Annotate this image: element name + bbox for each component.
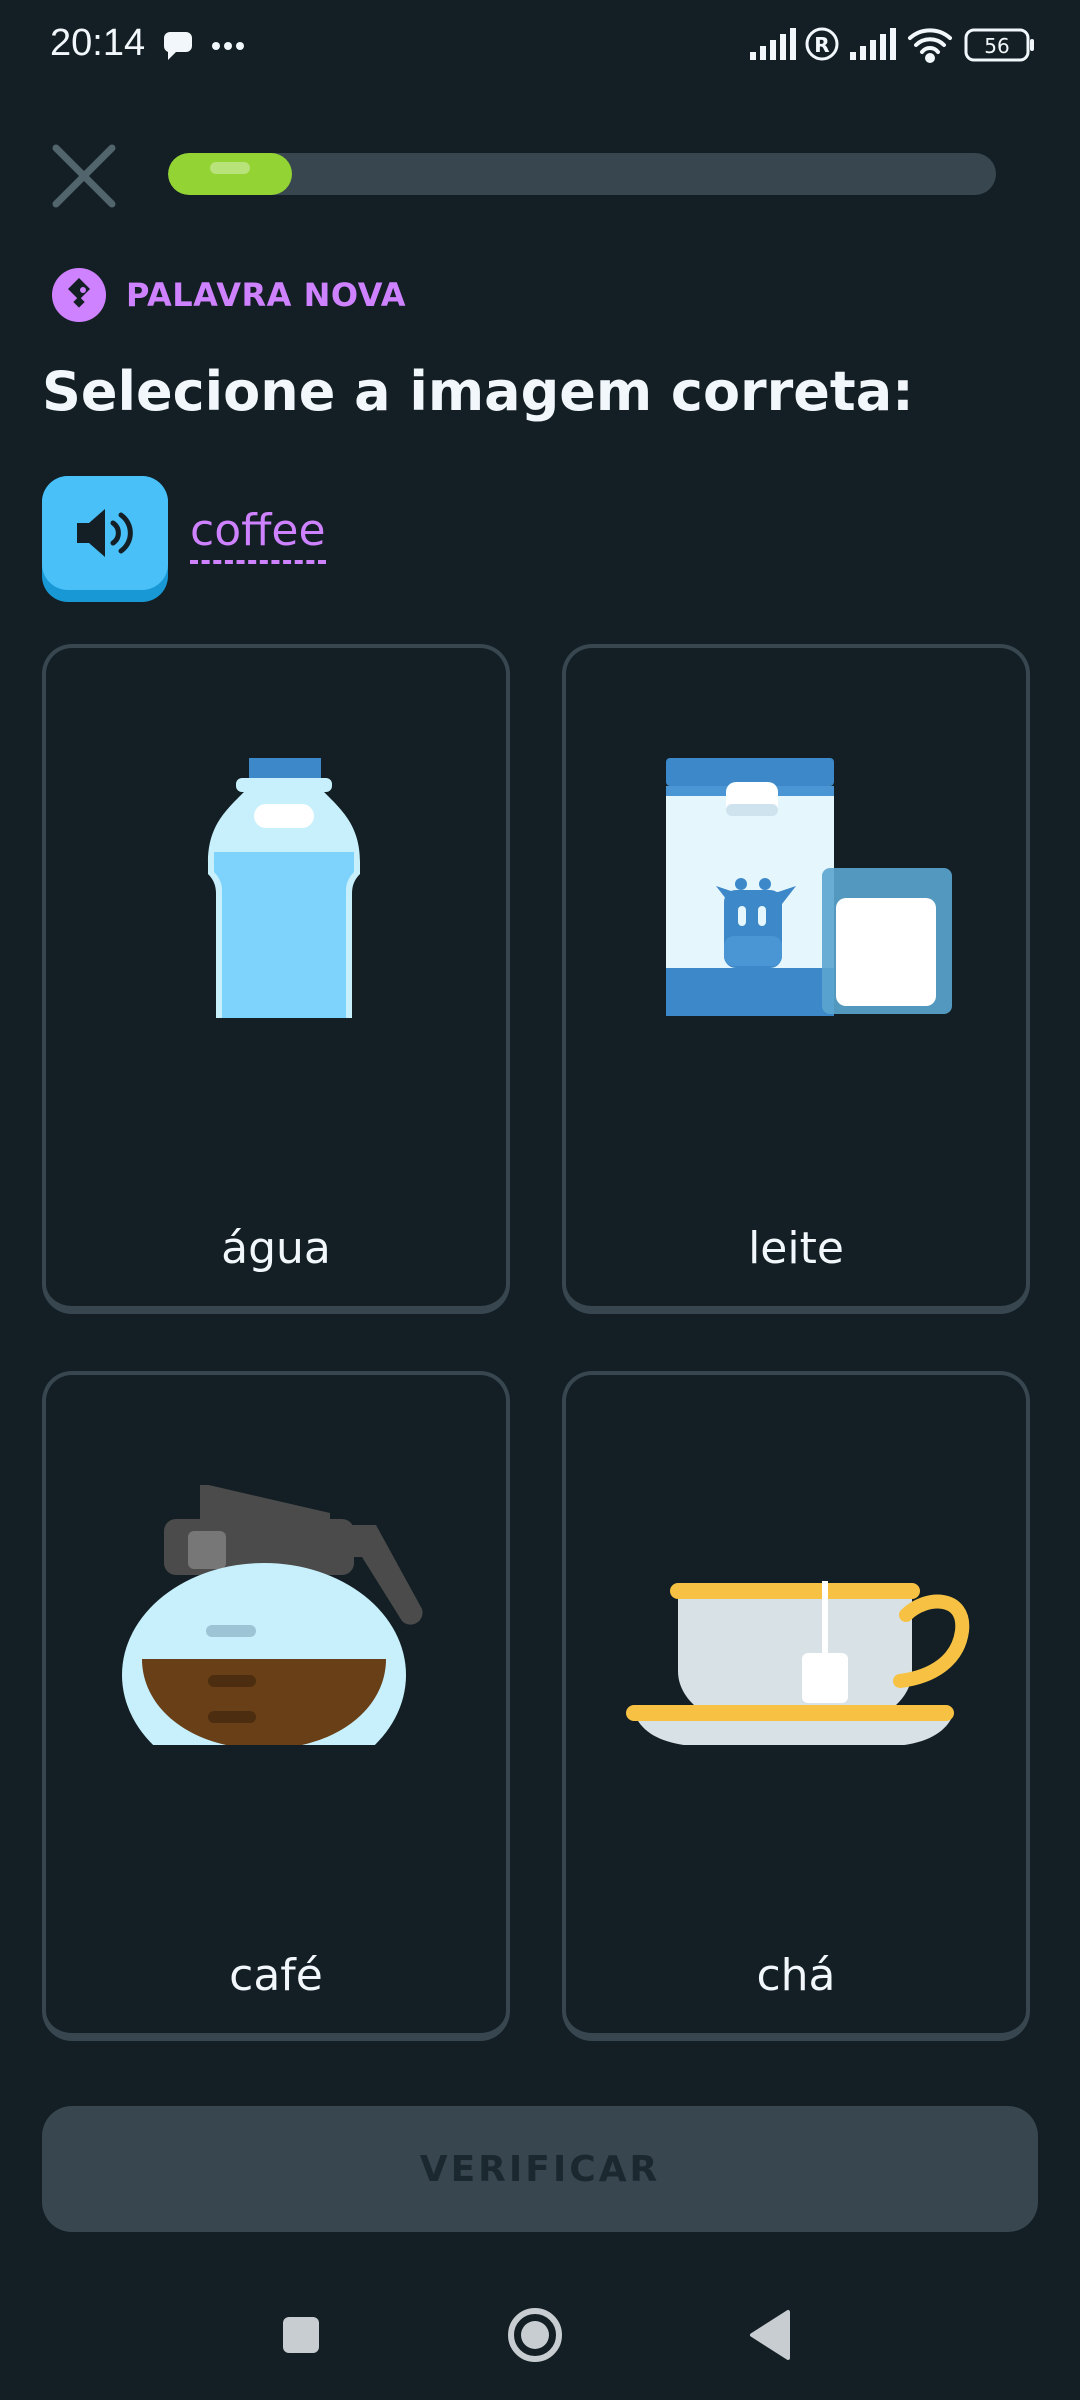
new-word-label: PALAVRA NOVA (126, 276, 407, 314)
back-button[interactable] (736, 2300, 806, 2370)
status-bar: 20:14 R 56 (0, 0, 1080, 90)
status-right-icons: R 56 (750, 22, 1050, 70)
close-button[interactable] (48, 140, 120, 212)
close-icon[interactable] (48, 140, 120, 212)
lesson-progress-bar (168, 153, 996, 195)
status-time: 20:14 (50, 22, 146, 64)
signal-icon (750, 28, 796, 60)
lesson-screen: 20:14 R 56 PALAVRA NOVA Selecione a imag… (0, 0, 1080, 2400)
choice-card-leite[interactable]: leite (562, 644, 1030, 1314)
home-circle-icon[interactable] (500, 2300, 570, 2370)
recents-button[interactable] (266, 2300, 336, 2370)
coffee-pot-icon (122, 1485, 423, 1745)
wifi-icon (908, 28, 952, 63)
prompt-word[interactable]: coffee (190, 505, 326, 564)
water-bottle-icon (208, 758, 360, 1018)
play-audio-face[interactable] (42, 476, 168, 590)
status-left-icons (160, 28, 250, 68)
choice-label: água (221, 1223, 331, 1274)
choice-card-cha[interactable]: chá (562, 1371, 1030, 2041)
home-button[interactable] (500, 2300, 570, 2370)
play-audio-button[interactable] (42, 476, 168, 602)
page-title: Selecione a imagem correta: (42, 360, 914, 423)
choice-label: café (229, 1950, 323, 2001)
chat-bubble-icon (163, 32, 192, 60)
verify-button[interactable]: VERIFICAR (42, 2106, 1038, 2232)
progress-fill (168, 153, 292, 195)
signal-icon (850, 28, 896, 60)
back-triangle-icon[interactable] (736, 2300, 806, 2370)
tea-cup-icon (626, 1581, 970, 1745)
battery-level: 56 (984, 34, 1009, 58)
new-word-icon (52, 268, 106, 322)
progress-shine (210, 162, 250, 174)
roaming-icon: R (805, 27, 839, 61)
new-word-badge: PALAVRA NOVA (52, 268, 406, 322)
svg-text:R: R (814, 33, 829, 57)
more-dots-icon (212, 42, 244, 50)
recents-square-icon[interactable] (266, 2300, 336, 2370)
choice-label: chá (756, 1950, 836, 2001)
milk-carton-icon (666, 758, 952, 1016)
choice-label: leite (748, 1223, 844, 1274)
speaker-icon (77, 509, 133, 557)
verify-label: VERIFICAR (419, 2148, 661, 2190)
choice-card-cafe[interactable]: café (42, 1371, 510, 2041)
choice-card-agua[interactable]: água (42, 644, 510, 1314)
